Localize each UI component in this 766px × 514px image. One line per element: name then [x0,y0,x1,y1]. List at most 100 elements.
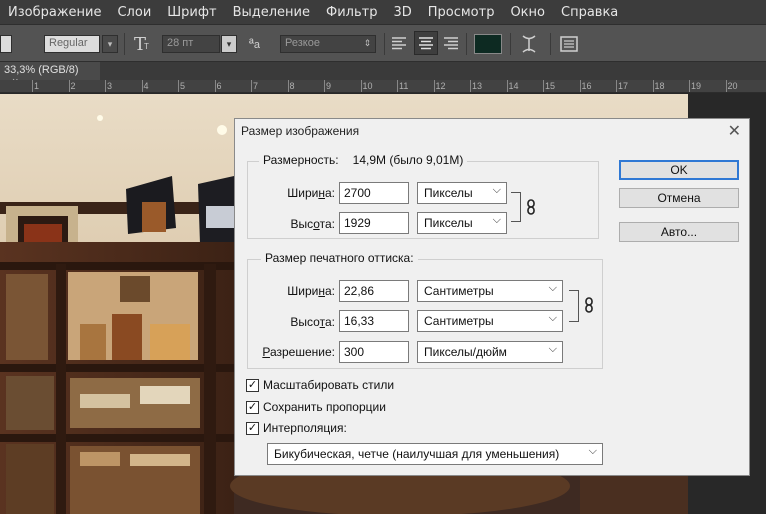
chevron-down-icon: ⌵ [492,214,501,226]
pixel-dimensions-title: Размерность: 14,9M (было 9,01M) [259,153,468,167]
print-height-unit-select[interactable]: Сантиметры ⌵ [417,310,563,332]
document-tab-label: 33,3% (RGB/8) [4,64,79,76]
menu-window[interactable]: Окно [510,5,545,20]
font-size-small-icon: T [144,42,149,51]
print-width-label: Ширина: [287,284,335,298]
print-size-title: Размер печатного оттиска: [261,251,418,265]
ruler-tick-label: 4 [143,81,149,91]
print-height-input[interactable]: 16,33 [339,310,409,332]
ruler-tick-mark [324,80,325,92]
ruler-tick-label: 19 [691,81,702,91]
ruler-tick-mark [652,80,654,92]
menu-help[interactable]: Справка [561,5,618,20]
ruler-tick-mark [141,80,143,92]
font-family-field[interactable] [0,35,12,53]
menu-view[interactable]: Просмотр [428,5,495,20]
ruler-tick-mark [616,80,617,92]
text-color-swatch[interactable] [474,34,502,54]
menu-image[interactable]: Изображение [8,5,101,20]
align-right-icon[interactable] [443,36,459,50]
ruler-tick-mark [287,80,289,92]
ruler-tick-label: 7 [253,81,259,91]
chain-link-icon [526,199,536,215]
font-size-dropdown[interactable]: ▾ [221,35,237,53]
document-tab[interactable]: 33,3% (RGB/8) × [0,62,100,88]
ruler-tick-mark [178,80,179,92]
chain-link-icon [584,297,594,313]
cancel-button[interactable]: Отмена [619,188,739,208]
horizontal-ruler: 1 2 3 4 5 6 7 8 9 10 11 12 13 14 15 16 17 18 19 20 [0,80,766,93]
ruler-tick-label: 14 [508,81,519,91]
ruler-tick-label: 18 [654,81,665,91]
print-width-unit-select[interactable]: Сантиметры ⌵ [417,280,563,302]
font-size-field[interactable]: 28 пт [162,35,220,53]
scale-styles-label: Масштабировать стили [263,378,395,392]
close-icon[interactable]: ✕ [728,121,741,141]
ok-button[interactable]: OK [619,160,739,180]
print-link-bracket [569,290,579,322]
ruler-tick-label: 16 [581,81,592,91]
separator [384,33,385,55]
chevron-down-icon: ⌵ [588,445,597,457]
ruler-tick-mark [251,80,252,92]
ruler-tick-mark [579,80,581,92]
pixel-height-unit-select[interactable]: Пикселы ⌵ [417,212,507,234]
ruler-tick-label: 9 [326,81,332,91]
resolution-unit-select[interactable]: Пикселы/дюйм ⌵ [417,341,563,363]
ruler-tick-label: 17 [618,81,629,91]
separator [124,33,125,55]
scale-styles-checkbox[interactable]: ✓ [246,379,259,392]
character-panel-icon[interactable] [560,35,578,53]
ruler-tick-label: 2 [70,81,76,91]
align-center-icon[interactable] [414,31,438,55]
font-style-dropdown[interactable]: ▾ [102,35,118,53]
image-size-dialog: Размер изображения ✕ Размерность: 14,9M (… [234,118,750,476]
resample-checkbox[interactable]: ✓ [246,422,259,435]
interpolation-select[interactable]: Бикубическая, четче (наилучшая для умень… [267,443,603,465]
pixel-width-unit-select[interactable]: Пикселы ⌵ [417,182,507,204]
menu-select[interactable]: Выделение [233,5,310,20]
ruler-tick-mark [360,80,362,92]
ruler-tick-label: 15 [545,81,556,91]
ruler-tick-mark [214,80,216,92]
resolution-label: Разрешение: [262,345,335,359]
font-style-field[interactable]: Regular [44,35,100,53]
ruler-tick-label: 11 [399,81,409,91]
ruler-tick-mark [689,80,690,92]
print-width-input[interactable]: 22,86 [339,280,409,302]
antialias-dropdown[interactable]: ⇕ [360,35,375,53]
options-bar: Regular ▾ T T 28 пт ▾ ªa Резкое ⇕ [0,24,766,62]
pixel-height-input[interactable]: 1929 [339,212,409,234]
menu-layers[interactable]: Слои [117,5,151,20]
menu-3d[interactable]: 3D [393,5,411,20]
separator [550,33,551,55]
ruler-tick-label: 3 [107,81,113,91]
dialog-title: Размер изображения [241,124,360,138]
separator [510,33,511,55]
resolution-input[interactable]: 300 [339,341,409,363]
menu-filter[interactable]: Фильтр [326,5,377,20]
pixel-width-input[interactable]: 2700 [339,182,409,204]
separator [466,33,467,55]
ruler-tick-label: 5 [180,81,186,91]
ruler-tick-label: 12 [435,81,446,91]
ruler-tick-mark [470,80,471,92]
ruler-tick-label: 8 [289,81,295,91]
chevron-down-icon: ⌵ [548,282,557,294]
align-left-icon[interactable] [391,36,407,50]
pixel-link-bracket [511,192,521,222]
ruler-tick-mark [543,80,544,92]
ruler-tick-mark [397,80,398,92]
ruler-tick-mark [32,80,33,92]
warp-text-icon[interactable] [519,33,539,55]
auto-button[interactable]: Авто... [619,222,739,242]
antialias-icon: ªa [249,36,260,51]
menu-type[interactable]: Шрифт [167,5,216,20]
constrain-proportions-checkbox[interactable]: ✓ [246,401,259,414]
ruler-tick-mark [433,80,435,92]
chevron-down-icon: ⌵ [548,343,557,355]
pixel-size-info: 14,9M (было 9,01M) [352,153,464,167]
document-tab-bar: 33,3% (RGB/8) × [0,62,766,88]
pixel-width-label: Ширина: [287,186,335,200]
ruler-tick-label: 1 [34,81,40,91]
